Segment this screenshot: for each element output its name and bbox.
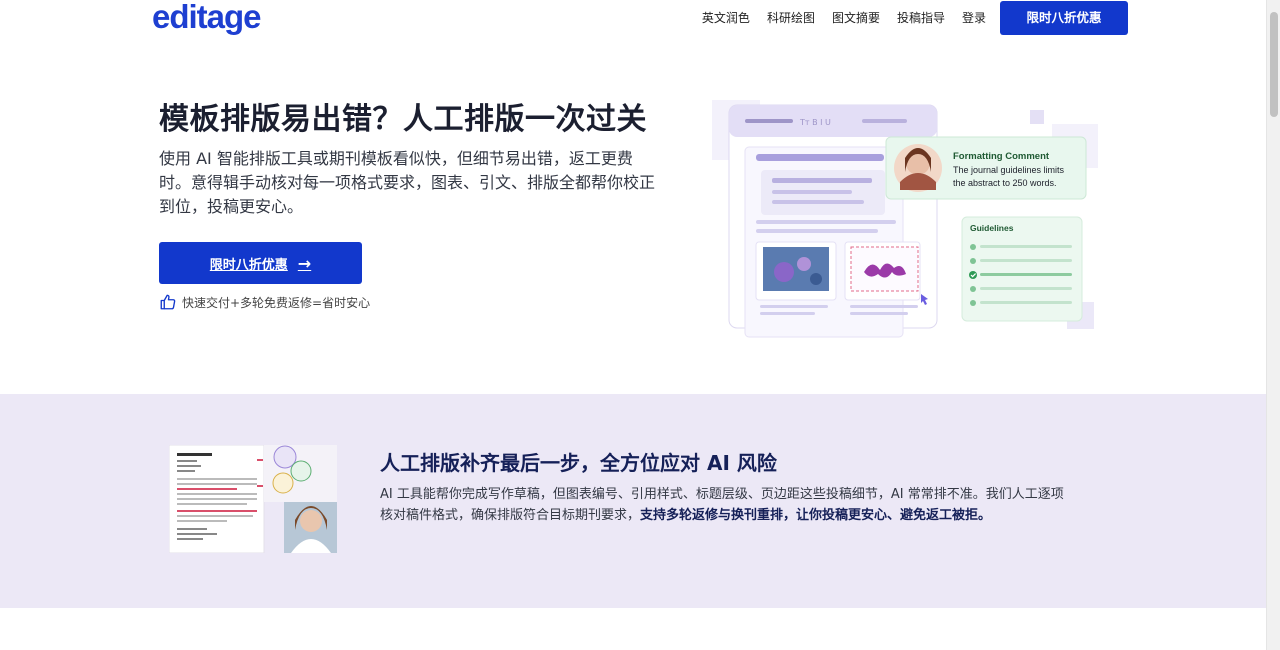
hero-note: 快速交付+多轮免费返修=省时安心 bbox=[159, 293, 370, 311]
hero-note-text: 快速交付+多轮免费返修=省时安心 bbox=[182, 295, 371, 310]
hero-discount-button[interactable]: 限时八折优惠 → bbox=[159, 242, 362, 284]
nav-scientific-illustration[interactable]: 科研绘图 bbox=[767, 1, 815, 35]
band-description: AI 工具能帮你完成写作草稿，但图表编号、引用样式、标题层级、页边距这些投稿细节… bbox=[380, 484, 1070, 526]
thumbs-up-icon bbox=[160, 294, 176, 310]
scrollbar-thumb[interactable] bbox=[1270, 12, 1278, 117]
page-scrollbar[interactable] bbox=[1266, 0, 1280, 650]
editage-logo[interactable]: editage bbox=[152, 0, 262, 34]
comment-line-2: the abstract to 250 words. bbox=[953, 178, 1057, 188]
hero-description: 使用 AI 智能排版工具或期刊模板看似快，但细节易出错，返工更费时。意得辑手动核… bbox=[159, 149, 656, 216]
nav-graphical-abstract[interactable]: 图文摘要 bbox=[832, 1, 880, 35]
arrow-right-icon: → bbox=[297, 253, 312, 273]
band-desc-bold: 支持多轮返修与换刊重排，让你投稿更安心、避免返工被拒。 bbox=[640, 508, 992, 523]
top-nav: 英文润色 科研绘图 图文摘要 投稿指导 登录 限时八折优惠 bbox=[685, 1, 1128, 35]
hero-title: 模板排版易出错？人工排版一次过关 bbox=[159, 102, 647, 137]
nav-login[interactable]: 登录 bbox=[962, 1, 986, 35]
manuscript-thumbnail bbox=[169, 445, 337, 553]
nav-submission-guidance[interactable]: 投稿指导 bbox=[897, 1, 945, 35]
nav-english-editing[interactable]: 英文润色 bbox=[702, 1, 750, 35]
guidelines-title: Guidelines bbox=[970, 223, 1014, 233]
header-discount-button[interactable]: 限时八折优惠 bbox=[1000, 1, 1128, 35]
toolbar-text: Tт B I U bbox=[799, 118, 831, 127]
comment-title: Formatting Comment bbox=[953, 151, 1050, 162]
site-header: editage 英文润色 科研绘图 图文摘要 投稿指导 登录 限时八折优惠 bbox=[0, 0, 1266, 38]
band-title: 人工排版补齐最后一步，全方位应对 AI 风险 bbox=[380, 451, 777, 475]
formatting-illustration: Tт B I U Formatting Comment The journal … bbox=[712, 100, 1098, 338]
comment-line-1: The journal guidelines limits bbox=[953, 165, 1065, 175]
hero-cta-label: 限时八折优惠 bbox=[209, 257, 288, 273]
